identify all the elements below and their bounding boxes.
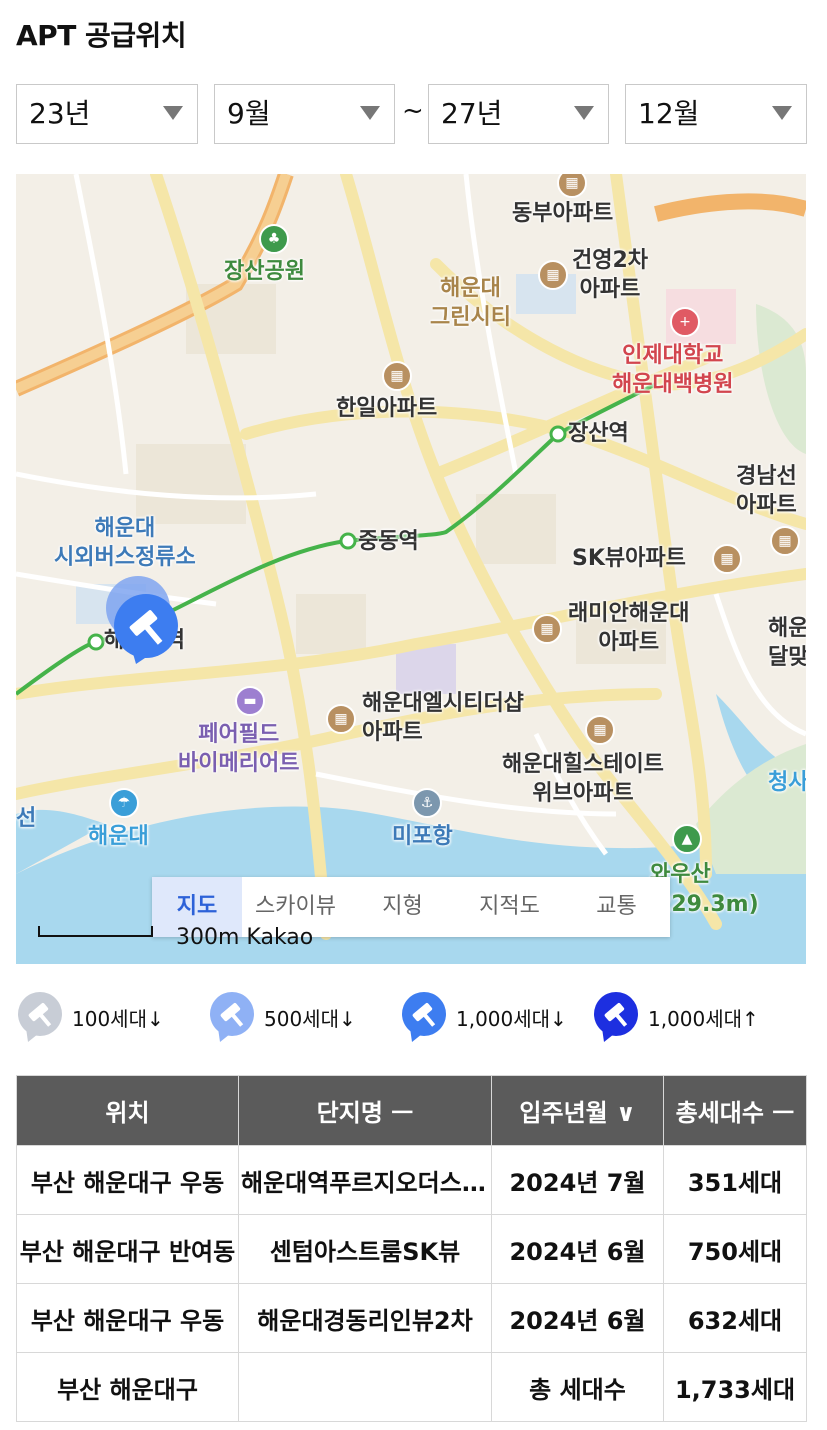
- column-header-move-in[interactable]: 입주년월 ∨: [491, 1075, 664, 1146]
- map-label-jungdong-station: 중동역: [358, 529, 419, 554]
- cell-location: 부산 해운대구 우동: [16, 1283, 239, 1353]
- cell-complex: 센텀아스트룸SK뷰: [238, 1214, 492, 1284]
- apartment-icon: ▦: [538, 260, 568, 290]
- map-copyright: Kakao: [246, 926, 314, 950]
- start-month-select[interactable]: 9월: [214, 84, 395, 144]
- legend-label: 500세대↓: [264, 1006, 356, 1031]
- apartment-icon: ▦: [326, 704, 356, 734]
- hotel-icon: ▬: [235, 686, 265, 716]
- map-view[interactable]: 동부아파트 ▦ ▦ 건영2차 아파트 ♣ 장산공원 해운대 그린시티 + 인제대…: [16, 174, 806, 964]
- map-label-hills: 해운대힐스테이트 위브아파트: [502, 752, 664, 806]
- cell-complex: 해운대역푸르지오더스마트: [238, 1145, 492, 1215]
- page-title: APT 공급위치: [16, 19, 187, 52]
- map-label-jangsan-station: 장산역: [568, 421, 629, 446]
- chevron-down-icon: [360, 106, 380, 120]
- range-separator: ~: [402, 96, 424, 126]
- beach-icon: ☂: [109, 788, 139, 818]
- hospital-icon: +: [670, 307, 700, 337]
- start-year-value: 23년: [29, 97, 91, 130]
- table-row[interactable]: 부산 해운대구 우동 해운대경동리인뷰2차 2024년 6월 632세대: [16, 1283, 807, 1353]
- cell-location: 부산 해운대구 우동: [16, 1145, 239, 1215]
- cell-households: 351세대: [663, 1145, 807, 1215]
- map-label-fairfield: 페어필드 바이메리어트: [178, 722, 300, 776]
- map-label-haeundae-beach: 해운대: [88, 824, 149, 849]
- legend-label: 1,000세대↑: [648, 1006, 759, 1031]
- legend-label: 1,000세대↓: [456, 1006, 567, 1031]
- chevron-down-icon: [772, 106, 792, 120]
- map-label-sk-view: SK뷰아파트: [572, 546, 686, 571]
- supply-table: 위치 단지명 ㅡ 입주년월 ∨ 총세대수 ㅡ 부산 해운대구 우동 해운대역푸르…: [16, 1075, 807, 1422]
- legend-item: 100세대↓: [16, 990, 164, 1044]
- legend-item: 1,000세대↓: [400, 990, 567, 1044]
- start-year-select[interactable]: 23년: [16, 84, 198, 144]
- summary-location: 부산 해운대구: [16, 1352, 239, 1422]
- map-label-gyeongnam: 경남선 아파트: [736, 464, 797, 518]
- table-row[interactable]: 부산 해운대구 반여동 센텀아스트룸SK뷰 2024년 6월 750세대: [16, 1214, 807, 1284]
- map-label-geonyoung: 건영2차 아파트: [572, 248, 649, 302]
- cell-move-in: 2024년 6월: [491, 1214, 664, 1284]
- port-icon: ⚓: [412, 788, 442, 818]
- map-label-hanil: 한일아파트: [336, 396, 438, 421]
- apartment-icon: ▦: [585, 715, 615, 745]
- cell-complex: 해운대경동리인뷰2차: [238, 1283, 492, 1353]
- map-scale-text: 300m Kakao: [176, 926, 314, 950]
- map-label-cheongsa: 청사: [768, 770, 806, 795]
- column-header-location: 위치: [16, 1075, 239, 1146]
- cell-location: 부산 해운대구 반여동: [16, 1214, 239, 1284]
- mountain-icon: ▲: [672, 824, 702, 854]
- tab-terrain[interactable]: 지형: [349, 877, 456, 937]
- map-scale-bar: [38, 926, 153, 937]
- marker-icon: [402, 992, 446, 1042]
- summary-empty: [238, 1352, 492, 1422]
- park-icon: ♣: [259, 224, 289, 254]
- table-header-row: 위치 단지명 ㅡ 입주년월 ∨ 총세대수 ㅡ: [16, 1075, 807, 1146]
- cell-move-in: 2024년 6월: [491, 1283, 664, 1353]
- summary-label: 총 세대수: [491, 1352, 664, 1422]
- map-label-greencity: 해운대 그린시티: [430, 276, 511, 330]
- cell-households: 750세대: [663, 1214, 807, 1284]
- summary-total: 1,733세대: [663, 1352, 807, 1422]
- marker-icon: [210, 992, 254, 1042]
- legend-item: 500세대↓: [208, 990, 356, 1044]
- legend-item: 1,000세대↑: [592, 990, 759, 1044]
- map-label-seon: 선: [16, 806, 37, 831]
- apartment-icon: ▦: [770, 526, 800, 556]
- map-label-bus-terminal: 해운대 시외버스정류소: [54, 516, 196, 570]
- start-month-value: 9월: [227, 97, 271, 130]
- table-summary-row: 부산 해운대구 총 세대수 1,733세대: [16, 1352, 807, 1422]
- map-label-raemian: 래미안해운대 아파트: [568, 601, 690, 655]
- end-year-select[interactable]: 27년: [428, 84, 609, 144]
- marker-icon: [18, 992, 62, 1042]
- apartment-icon: ▦: [382, 361, 412, 391]
- column-header-households[interactable]: 총세대수 ㅡ: [663, 1075, 807, 1146]
- map-label-dongbu: 동부아파트: [512, 201, 614, 226]
- column-header-complex[interactable]: 단지명 ㅡ: [238, 1075, 492, 1146]
- supply-marker[interactable]: [104, 572, 184, 667]
- cell-households: 632세대: [663, 1283, 807, 1353]
- chevron-down-icon: [163, 106, 183, 120]
- apartment-icon: ▦: [712, 544, 742, 574]
- table-row[interactable]: 부산 해운대구 우동 해운대역푸르지오더스마트 2024년 7월 351세대: [16, 1145, 807, 1215]
- cell-move-in: 2024년 7월: [491, 1145, 664, 1215]
- apartment-icon: ▦: [532, 614, 562, 644]
- tab-cadastral[interactable]: 지적도: [456, 877, 563, 937]
- map-label-haewoo: 해운 달맞: [768, 616, 806, 670]
- end-year-value: 27년: [441, 97, 503, 130]
- map-label-mipo: 미포항: [392, 824, 453, 849]
- map-label-jangsan-park: 장산공원: [224, 259, 305, 284]
- chevron-down-icon: [574, 106, 594, 120]
- end-month-value: 12월: [638, 97, 700, 130]
- legend-label: 100세대↓: [72, 1006, 164, 1031]
- marker-icon: [594, 992, 638, 1042]
- map-label-inje: 인제대학교 해운대백병원: [612, 343, 734, 397]
- end-month-select[interactable]: 12월: [625, 84, 807, 144]
- tab-traffic[interactable]: 교통: [563, 877, 670, 937]
- map-label-elcity: 해운대엘시티더샵 아파트: [362, 691, 524, 745]
